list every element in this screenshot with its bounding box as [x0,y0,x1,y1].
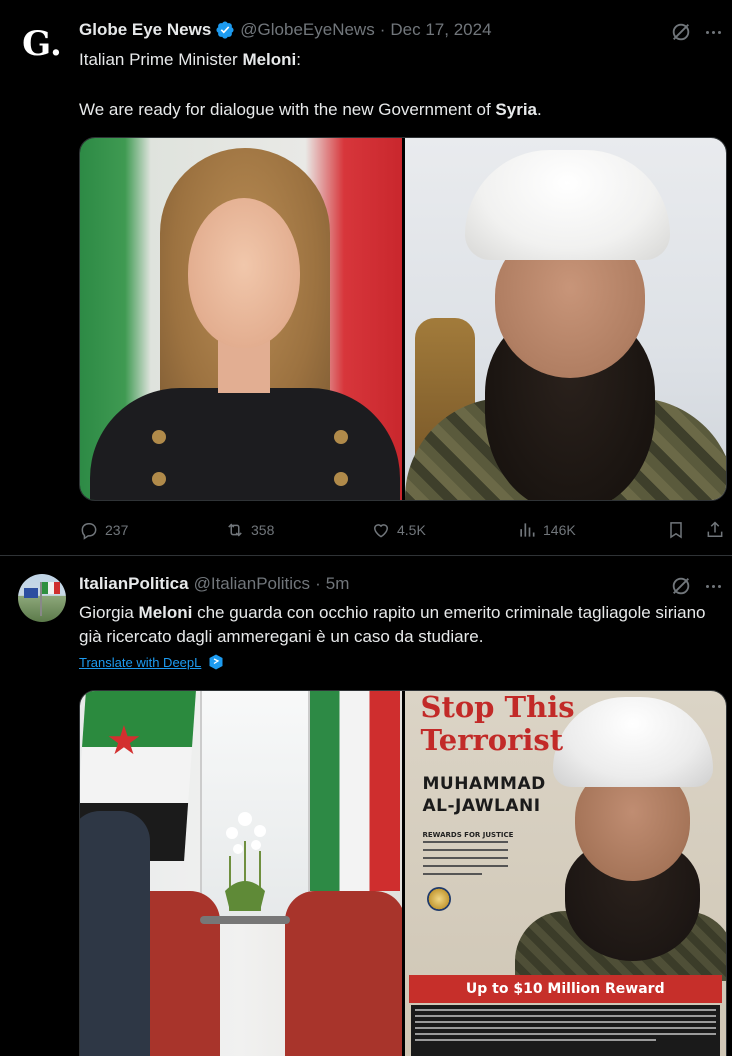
deepl-icon [209,654,223,670]
repost-count: 358 [251,522,275,538]
translate-label[interactable]: Translate with DeepL [79,655,201,670]
views-button[interactable]: 146K [517,518,576,542]
poster-rfj: REWARDS FOR JUSTICE [422,831,514,839]
text-span: . [537,100,542,119]
tweet-text-line-1: Italian Prime Minister Meloni: [79,48,724,71]
text-bold: Meloni [138,603,193,622]
heart-icon [373,524,389,538]
reply-count: 237 [105,522,129,538]
grok-icon[interactable] [670,575,692,597]
tweet-header: Globe Eye News @GlobeEyeNews · Dec 17, 2… [79,20,492,40]
poster-title-line: Terrorist [420,723,564,757]
poster-reward: Up to $10 Million Reward [408,975,722,1003]
wanted-poster[interactable]: Stop This Terrorist MUHAMMAD AL-JAWLANI … [404,691,726,1056]
seal-icon [426,887,451,911]
share-button[interactable] [705,518,725,542]
text-bold: Syria [495,100,538,119]
poster-name-line: MUHAMMAD [422,774,546,794]
view-count: 146K [543,522,576,538]
repost-button[interactable]: 358 [225,518,274,542]
separator-dot: · [315,574,321,593]
text-span: Giorgia [79,603,139,622]
tweet-text: Giorgia Meloni che guarda con occhio rap… [79,601,724,649]
meeting-photo[interactable]: ★ [80,691,402,1056]
timestamp[interactable]: Dec 17, 2024 [390,20,491,40]
like-count: 4.5K [397,522,426,538]
text-span: Italian Prime Minister [79,50,243,69]
like-button[interactable]: 4.5K [371,518,426,542]
author-handle[interactable]: @ItalianPolitics [194,574,310,594]
more-options-icon[interactable] [702,575,724,597]
action-bar: 237 358 4.5K 146K [79,518,727,542]
reply-icon [81,523,97,540]
tweet-2[interactable]: ItalianPolitica @ItalianPolitics · 5m Gi… [0,557,732,1056]
author-handle[interactable]: @GlobeEyeNews [240,20,374,40]
poster-title: Stop This Terrorist [421,691,575,757]
grok-icon[interactable] [670,21,692,43]
avatar-logo: G. [22,24,62,64]
text-bold: Meloni [242,50,297,69]
poster-name: MUHAMMAD AL-JAWLANI [423,773,546,817]
author-name[interactable]: Globe Eye News [79,20,211,40]
poster-name-line: AL-JAWLANI [422,796,541,816]
reply-button[interactable]: 237 [79,518,128,542]
translate-link[interactable]: Translate with DeepL [79,654,223,670]
share-icon [707,521,723,537]
author-name[interactable]: ItalianPolitica [79,574,189,594]
jawlani-photo[interactable] [404,138,726,500]
timestamp[interactable]: 5m [326,574,350,594]
verified-badge-icon [216,21,234,39]
analytics-icon [520,523,535,537]
text-span: : [296,50,302,69]
more-options-icon[interactable] [702,21,724,43]
poster-title-line: Stop This [420,691,575,724]
meloni-photo[interactable] [80,138,402,500]
avatar[interactable] [18,574,66,622]
bookmark-button[interactable] [666,518,686,542]
repost-icon [228,523,242,537]
text-span: We are ready for dialogue with the new G… [79,100,496,119]
tweet-text-line-2: We are ready for dialogue with the new G… [79,98,724,121]
avatar[interactable]: G. [18,20,66,68]
tweet-media[interactable]: ★ Stop This Terrorist MUHAMMAD AL-JAWLAN… [79,690,727,1056]
bookmark-icon [670,522,682,539]
tweet-header: ItalianPolitica @ItalianPolitics · 5m [79,574,349,594]
tweet-media[interactable] [79,137,727,501]
tweet-1[interactable]: G. Globe Eye News @GlobeEyeNews · Dec 17… [0,0,732,556]
separator-dot: · [379,20,386,39]
